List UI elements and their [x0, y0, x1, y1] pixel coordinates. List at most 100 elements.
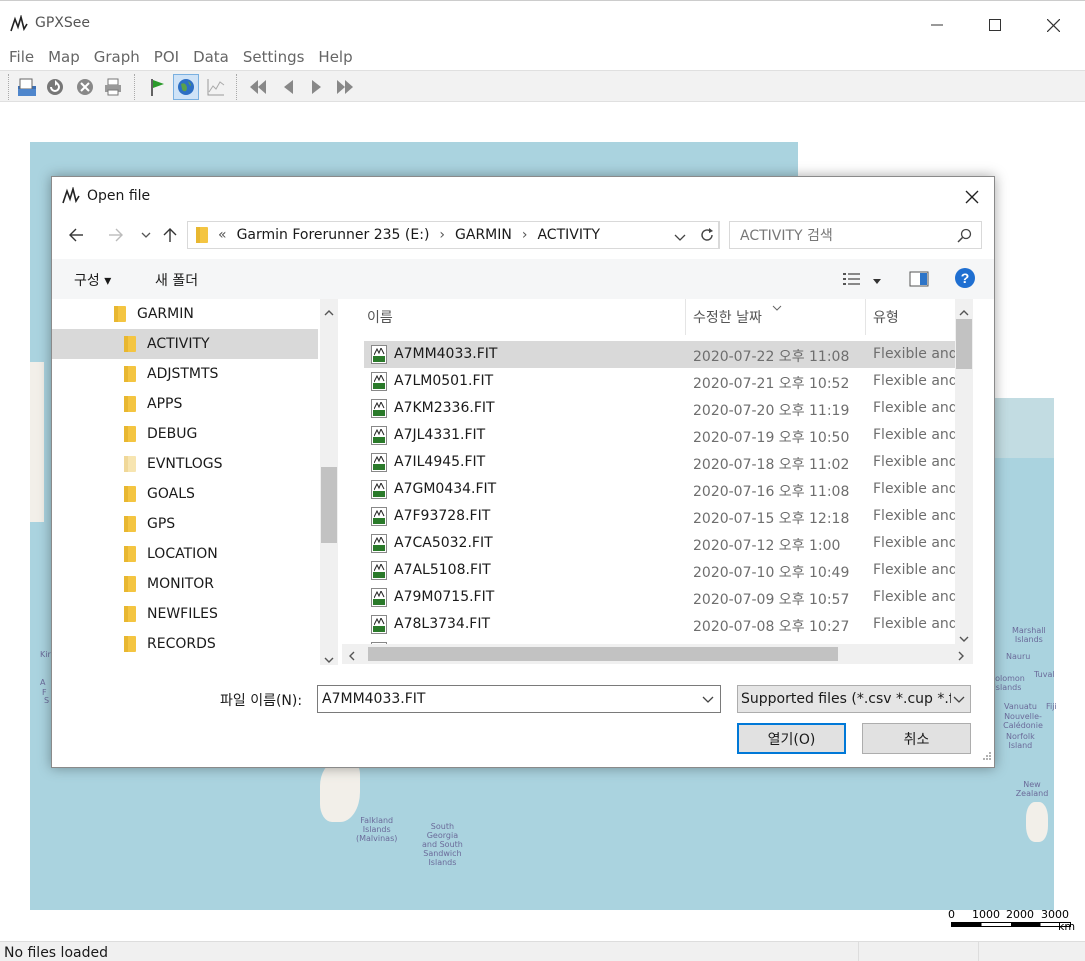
file-row[interactable]: A7JL4331.FIT 2020-07-19 오후 10:50 Flexible …: [364, 422, 973, 449]
menu-map[interactable]: Map: [48, 46, 80, 70]
organize-menu[interactable]: 구성 ▾: [74, 270, 111, 290]
tree-item-monitor[interactable]: MONITOR: [52, 569, 318, 599]
up-arrow-icon[interactable]: [158, 223, 182, 247]
file-type-filter[interactable]: Supported files (*.csv *.cup *.fit: [737, 685, 971, 713]
file-date: 2020-07-09 오후 10:57: [693, 592, 850, 608]
refresh-icon: [700, 228, 713, 241]
file-row[interactable]: A7KM2336.FIT 2020-07-20 오후 11:19 Flexible …: [364, 395, 973, 422]
tree-item-newfiles[interactable]: NEWFILES: [52, 599, 318, 629]
new-folder-button[interactable]: 새 폴더: [155, 270, 198, 290]
filename-input[interactable]: A7MM4033.FIT: [317, 685, 721, 713]
flag-icon[interactable]: [144, 74, 170, 100]
breadcrumb-chevron-icon[interactable]: ›: [522, 227, 528, 243]
file-row[interactable]: A7IL4945.FIT 2020-07-18 오후 11:02 Flexible …: [364, 449, 973, 476]
folder-icon: [124, 426, 136, 442]
scroll-down-icon[interactable]: [324, 652, 334, 665]
scroll-left-icon[interactable]: [348, 649, 356, 665]
first-icon[interactable]: [245, 74, 271, 100]
view-dropdown-icon[interactable]: [872, 273, 882, 289]
view-options-icon[interactable]: [842, 271, 862, 291]
tree-item-debug[interactable]: DEBUG: [52, 419, 318, 449]
help-icon[interactable]: ?: [954, 267, 976, 293]
column-header-type[interactable]: 유형: [873, 299, 899, 335]
scroll-right-icon[interactable]: [957, 649, 965, 665]
tree-item-adjstmts[interactable]: ADJSTMTS: [52, 359, 318, 389]
file-row[interactable]: A7F93728.FIT 2020-07-15 오후 12:18 Flexible …: [364, 503, 973, 530]
maximize-button[interactable]: [972, 9, 1018, 41]
open-button[interactable]: 열기(O): [737, 723, 846, 754]
map-label-tuvalu: Tuval: [1034, 670, 1055, 679]
recent-locations-chevron-icon[interactable]: [134, 223, 158, 247]
breadcrumb-activity[interactable]: ACTIVITY: [537, 227, 600, 243]
tree-item-gps[interactable]: GPS: [52, 509, 318, 539]
resize-grip-icon[interactable]: [982, 749, 992, 765]
column-header-name[interactable]: 이름: [367, 299, 393, 335]
file-date: 2020-07-12 오후 1:00: [693, 538, 841, 554]
menu-poi[interactable]: POI: [154, 46, 179, 70]
search-input[interactable]: ACTIVITY 검색: [729, 221, 982, 249]
breadcrumb-drive[interactable]: Garmin Forerunner 235 (E:): [237, 227, 430, 243]
filename-dropdown-icon[interactable]: [702, 692, 714, 708]
close-file-icon[interactable]: [72, 74, 98, 100]
menu-settings[interactable]: Settings: [243, 46, 305, 70]
folder-icon: [196, 227, 219, 243]
tree-item-activity[interactable]: ACTIVITY: [52, 329, 318, 359]
file-row[interactable]: A79M0715.FIT 2020-07-09 오후 10:57 Flexible …: [364, 584, 973, 611]
map-label-fiji: Fiji: [1046, 702, 1057, 711]
tree-item-records[interactable]: RECORDS: [52, 629, 318, 659]
tree-scrollbar[interactable]: [320, 299, 338, 665]
file-row[interactable]: A7LM0501.FIT 2020-07-21 오후 10:52 Flexible …: [364, 368, 973, 395]
app-title: GPXSee: [35, 15, 90, 31]
breadcrumb-overflow[interactable]: «: [218, 227, 227, 243]
scroll-up-icon[interactable]: [324, 305, 334, 321]
file-row[interactable]: A7CA5032.FIT 2020-07-12 오후 1:00 Flexible a…: [364, 530, 973, 557]
menu-graph[interactable]: Graph: [94, 46, 140, 70]
fit-file-icon: [371, 426, 387, 445]
next-icon[interactable]: [304, 74, 330, 100]
fit-file-icon: [371, 453, 387, 472]
gpxsee-app-icon: [62, 185, 82, 209]
file-row[interactable]: A7MM4033.FIT 2020-07-22 오후 11:08 Flexible …: [364, 341, 973, 368]
globe-icon[interactable]: [173, 74, 199, 100]
back-arrow-icon[interactable]: [64, 223, 88, 247]
list-scroll-thumb[interactable]: [956, 319, 972, 369]
forward-arrow-icon[interactable]: [104, 223, 128, 247]
preview-pane-icon[interactable]: [909, 271, 929, 291]
print-icon[interactable]: [100, 74, 126, 100]
list-scrollbar[interactable]: [955, 299, 973, 644]
prev-icon[interactable]: [275, 74, 301, 100]
tree-item-apps[interactable]: APPS: [52, 389, 318, 419]
open-icon[interactable]: [14, 74, 40, 100]
file-date: 2020-07-16 오후 11:08: [693, 484, 850, 500]
list-hscroll-thumb[interactable]: [368, 647, 838, 661]
minimize-button[interactable]: [914, 9, 960, 41]
folder-icon: [124, 456, 136, 472]
list-hscrollbar[interactable]: [342, 644, 973, 664]
graph-icon[interactable]: [203, 74, 229, 100]
last-icon[interactable]: [332, 74, 358, 100]
close-window-button[interactable]: [1030, 9, 1076, 41]
tree-item-goals[interactable]: GOALS: [52, 479, 318, 509]
tree-item-garmin[interactable]: GARMIN: [52, 299, 318, 329]
file-row[interactable]: A78L3734.FIT 2020-07-08 오후 10:27 Flexible …: [364, 611, 973, 638]
tree-scroll-thumb[interactable]: [321, 467, 337, 543]
dialog-close-button[interactable]: [958, 183, 986, 211]
column-header-date[interactable]: 수정한 날짜: [693, 299, 762, 335]
file-row[interactable]: A7GM0434.FIT 2020-07-16 오후 11:08 Flexible …: [364, 476, 973, 503]
file-row[interactable]: A7AL5108.FIT 2020-07-10 오후 10:49 Flexible …: [364, 557, 973, 584]
folder-icon: [114, 306, 126, 322]
refresh-button[interactable]: [694, 221, 720, 249]
reload-icon[interactable]: [42, 74, 68, 100]
folder-icon: [124, 546, 136, 562]
cancel-button[interactable]: 취소: [862, 723, 971, 754]
address-bar[interactable]: « Garmin Forerunner 235 (E:) › GARMIN › …: [187, 221, 719, 249]
breadcrumb-chevron-icon[interactable]: ›: [439, 227, 445, 243]
filter-dropdown-icon[interactable]: [951, 692, 965, 708]
menu-file[interactable]: File: [9, 46, 34, 70]
menu-data[interactable]: Data: [193, 46, 229, 70]
tree-item-location[interactable]: LOCATION: [52, 539, 318, 569]
tree-item-evntlogs[interactable]: EVNTLOGS: [52, 449, 318, 479]
breadcrumb-garmin[interactable]: GARMIN: [455, 227, 512, 243]
address-dropdown-icon[interactable]: [674, 230, 686, 246]
menu-help[interactable]: Help: [318, 46, 352, 70]
